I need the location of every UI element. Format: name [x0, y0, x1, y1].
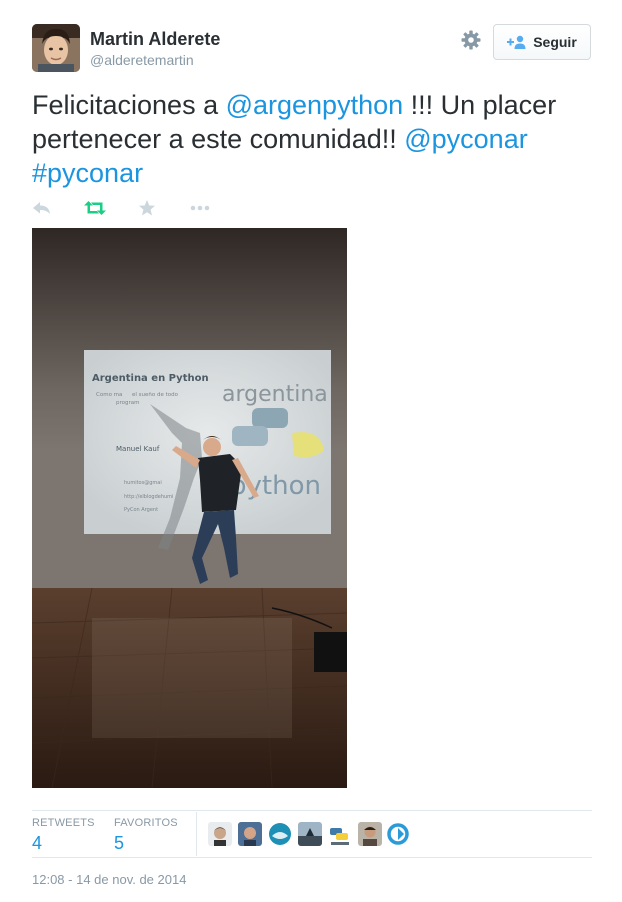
- star-icon: [139, 200, 155, 216]
- engaged-user-avatar[interactable]: [238, 822, 262, 846]
- slide-title: Argentina en Python: [92, 373, 209, 384]
- mention-link[interactable]: @pyconar: [404, 124, 527, 154]
- python-logo-blue: [232, 426, 268, 446]
- user-full-name[interactable]: Martin Alderete: [90, 29, 220, 50]
- slide-contact: http://elblogdehumi: [124, 494, 173, 500]
- tweet-photo[interactable]: Argentina en Python Como ma el sueño de …: [32, 228, 347, 788]
- add-user-icon: [507, 35, 527, 49]
- python-logo-blue: [252, 408, 288, 428]
- stats-divider-top: [32, 810, 592, 811]
- retweets-stat[interactable]: RETWEETS 4: [32, 817, 95, 854]
- hashtag-link[interactable]: #pyconar: [32, 158, 143, 188]
- stage-speaker: [314, 632, 347, 672]
- favorites-label: FAVORITOS: [114, 817, 178, 829]
- favorite-button[interactable]: [138, 197, 156, 219]
- presenter-head: [203, 438, 221, 456]
- engaged-user-avatar[interactable]: [358, 822, 382, 846]
- user-avatar[interactable]: [32, 24, 80, 72]
- more-icon: [190, 205, 210, 211]
- engaged-user-avatar[interactable]: [208, 822, 232, 846]
- slide-contact: PyCon Argent: [124, 507, 158, 513]
- more-button[interactable]: [190, 197, 210, 219]
- mention-link[interactable]: @argenpython: [226, 90, 404, 120]
- retweets-count: 4: [32, 833, 43, 853]
- slide-word-argentina: argentina: [222, 382, 328, 407]
- retweets-label: RETWEETS: [32, 817, 95, 829]
- reply-icon: [33, 202, 50, 214]
- favorites-stat[interactable]: FAVORITOS 5: [114, 817, 178, 854]
- stats-separator: [196, 812, 197, 856]
- user-handle[interactable]: @alderetemartin: [90, 52, 194, 68]
- tweet-timestamp[interactable]: 12:08 - 14 de nov. de 2014: [32, 872, 186, 887]
- tweet-text-part: Felicitaciones a: [32, 90, 226, 120]
- gear-icon[interactable]: [460, 29, 482, 51]
- favorites-count: 5: [114, 833, 125, 853]
- slide-subtitle: program: [116, 400, 139, 406]
- engaged-user-avatar[interactable]: [298, 822, 322, 846]
- slide-subtitle: Como ma: [96, 392, 122, 398]
- follow-button-label: Seguir: [533, 34, 577, 50]
- reply-button[interactable]: [32, 197, 52, 219]
- engaged-user-avatar[interactable]: [268, 822, 292, 846]
- slide-subtitle: el sueño de todo: [132, 392, 179, 398]
- follow-button[interactable]: Seguir: [493, 24, 591, 60]
- tweet-card: Martin Alderete @alderetemartin Seguir F…: [0, 0, 622, 902]
- engaged-user-avatar[interactable]: [328, 822, 352, 846]
- retweet-icon: [84, 201, 106, 215]
- photo-image: Argentina en Python Como ma el sueño de …: [32, 228, 347, 788]
- engaged-user-avatar[interactable]: [386, 822, 410, 846]
- tweet-text: Felicitaciones a @argenpython !!! Un pla…: [32, 88, 602, 190]
- slide-presenter: Manuel Kauf: [116, 445, 160, 453]
- stats-divider-bottom: [32, 857, 592, 858]
- slide-contact: humitos@gmai: [124, 480, 162, 486]
- avatar-image: [32, 24, 80, 72]
- retweet-button[interactable]: [84, 197, 106, 219]
